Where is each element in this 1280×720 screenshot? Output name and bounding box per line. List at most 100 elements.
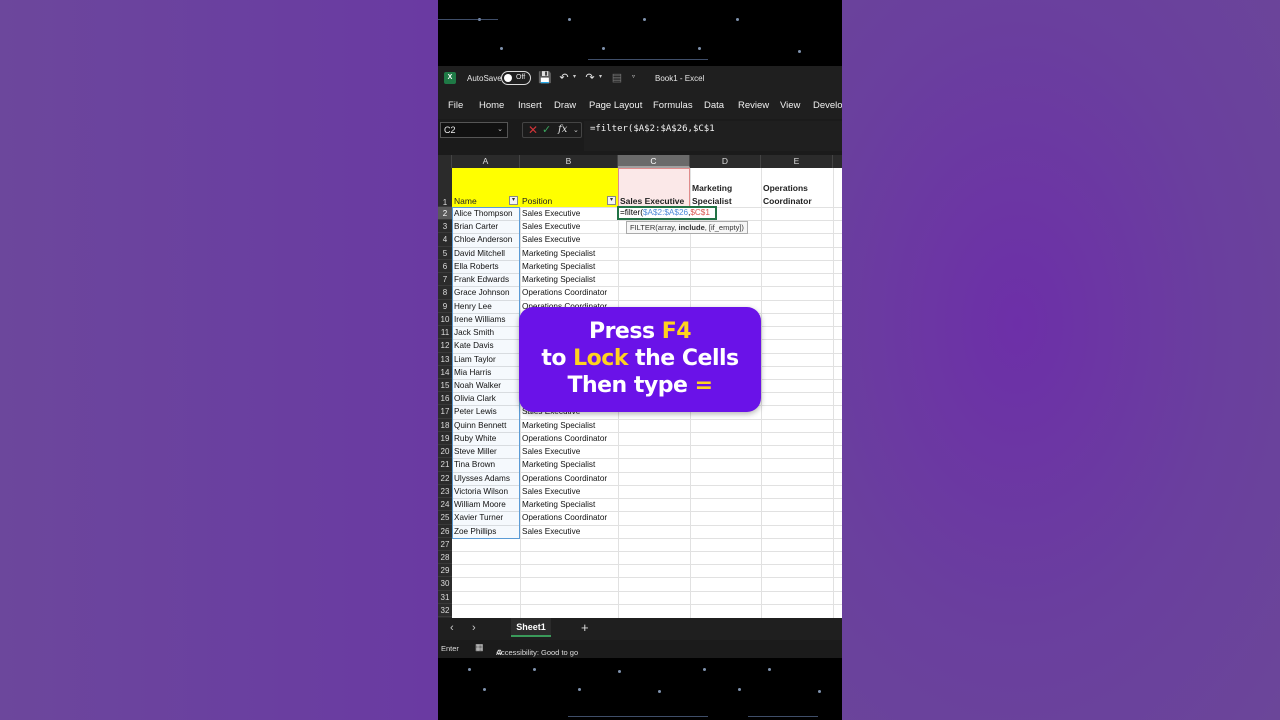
row-header[interactable]: 28 bbox=[438, 551, 452, 565]
tab-data[interactable]: Data bbox=[704, 100, 724, 111]
row-header[interactable]: 29 bbox=[438, 564, 452, 578]
cell-position[interactable]: Marketing Specialist bbox=[520, 458, 618, 471]
cell-name[interactable]: Steve Miller bbox=[452, 445, 520, 458]
cell-position[interactable]: Marketing Specialist bbox=[520, 419, 618, 432]
row-header[interactable]: 23 bbox=[438, 485, 452, 499]
cell-mode-icon[interactable]: ▦ bbox=[475, 642, 484, 653]
cell-position[interactable]: Operations Coordinator bbox=[520, 432, 618, 445]
cell-position[interactable]: Marketing Specialist bbox=[520, 498, 618, 511]
cell-position[interactable]: Operations Coordinator bbox=[520, 511, 618, 524]
cell-name[interactable]: Tina Brown bbox=[452, 458, 520, 471]
sheet-tab-sheet1[interactable]: Sheet1 bbox=[511, 618, 551, 637]
chevron-down-icon[interactable]: ⌄ bbox=[573, 126, 579, 134]
autosave-toggle[interactable]: Off bbox=[501, 71, 531, 85]
cell-name[interactable]: Alice Thompson bbox=[452, 207, 520, 220]
cell-name[interactable]: Frank Edwards bbox=[452, 273, 520, 286]
function-tooltip[interactable]: FILTER(array, include, [if_empty]) bbox=[626, 221, 748, 234]
row-header[interactable]: 32 bbox=[438, 604, 452, 618]
add-sheet-button[interactable]: + bbox=[581, 620, 589, 635]
cell-position[interactable]: Sales Executive bbox=[520, 233, 618, 246]
row-header[interactable]: 22 bbox=[438, 472, 452, 485]
select-all-corner[interactable] bbox=[438, 155, 452, 168]
tab-formulas[interactable]: Formulas bbox=[653, 100, 693, 111]
row-header[interactable]: 15 bbox=[438, 379, 452, 393]
row-header[interactable]: 18 bbox=[438, 419, 452, 432]
chevron-right-icon[interactable]: › bbox=[472, 622, 476, 634]
row-header[interactable]: 16 bbox=[438, 392, 452, 406]
row-header[interactable]: 19 bbox=[438, 432, 452, 446]
filter-dropdown-icon[interactable]: ▾ bbox=[607, 196, 616, 205]
cell-name[interactable]: Henry Lee bbox=[452, 300, 520, 313]
row-header[interactable]: 1 bbox=[438, 168, 452, 207]
save-icon[interactable]: 💾 bbox=[538, 71, 552, 85]
cell-position[interactable]: Sales Executive bbox=[520, 445, 618, 458]
tab-developer[interactable]: Develo bbox=[813, 100, 842, 111]
cell-name[interactable]: Irene Williams bbox=[452, 313, 520, 326]
formula-input[interactable]: =filter($A$2:$A$26,$C$1 bbox=[584, 121, 842, 151]
row-header[interactable]: 3 bbox=[438, 220, 452, 234]
cell-name[interactable]: Liam Taylor bbox=[452, 353, 520, 366]
cell-name[interactable]: Ella Roberts bbox=[452, 260, 520, 273]
cell-name[interactable]: Grace Johnson bbox=[452, 286, 520, 299]
form-icon[interactable]: ▤ bbox=[610, 71, 624, 85]
row-header[interactable]: 26 bbox=[438, 525, 452, 538]
tab-draw[interactable]: Draw bbox=[554, 100, 576, 111]
enter-check-icon[interactable]: ✓ bbox=[542, 123, 551, 136]
tab-view[interactable]: View bbox=[780, 100, 800, 111]
cell-name[interactable]: William Moore bbox=[452, 498, 520, 511]
chevron-down-icon[interactable]: ⌄ bbox=[497, 125, 503, 133]
cell-name[interactable]: Ulysses Adams bbox=[452, 472, 520, 485]
name-box[interactable]: C2 ⌄ bbox=[440, 122, 508, 138]
column-header-a[interactable]: A bbox=[452, 155, 520, 168]
column-header-e[interactable]: E bbox=[761, 155, 833, 168]
cell-position[interactable]: Sales Executive bbox=[520, 207, 618, 220]
cell-name[interactable]: Olivia Clark bbox=[452, 392, 520, 405]
cell-name[interactable]: Kate Davis bbox=[452, 339, 520, 352]
cell-name[interactable]: Brian Carter bbox=[452, 220, 520, 233]
cancel-icon[interactable]: ✕ bbox=[528, 123, 538, 137]
cell-name[interactable]: David Mitchell bbox=[452, 247, 520, 260]
row-header[interactable]: 30 bbox=[438, 577, 452, 591]
cell-name[interactable]: Mia Harris bbox=[452, 366, 520, 379]
cell-position[interactable]: Operations Coordinator bbox=[520, 286, 618, 299]
tab-home[interactable]: Home bbox=[479, 100, 504, 111]
row-header[interactable]: 4 bbox=[438, 233, 452, 247]
tab-review[interactable]: Review bbox=[738, 100, 769, 111]
row-header[interactable]: 25 bbox=[438, 511, 452, 525]
cell-position[interactable]: Marketing Specialist bbox=[520, 273, 618, 286]
cell-name[interactable]: Noah Walker bbox=[452, 379, 520, 392]
row-header[interactable]: 27 bbox=[438, 538, 452, 551]
insert-function-icon[interactable]: fx bbox=[558, 124, 567, 135]
column-header-b[interactable]: B bbox=[520, 155, 618, 168]
row-header[interactable]: 8 bbox=[438, 286, 452, 300]
column-header-c[interactable]: C bbox=[618, 155, 690, 168]
active-cell-c2[interactable]: =filter($A$2:$A$26,$C$1 bbox=[617, 206, 717, 220]
row-header[interactable]: 6 bbox=[438, 260, 452, 274]
filter-dropdown-icon[interactable]: ▾ bbox=[509, 196, 518, 205]
tab-page-layout[interactable]: Page Layout bbox=[589, 100, 642, 111]
row-header[interactable]: 20 bbox=[438, 445, 452, 459]
cell-position[interactable]: Marketing Specialist bbox=[520, 260, 618, 273]
row-header[interactable]: 5 bbox=[438, 247, 452, 260]
redo-icon[interactable]: ↷ bbox=[583, 71, 597, 85]
row-header[interactable]: 31 bbox=[438, 591, 452, 604]
row-header[interactable]: 13 bbox=[438, 353, 452, 366]
cell-name[interactable]: Jack Smith bbox=[452, 326, 520, 339]
cell-position[interactable]: Operations Coordinator bbox=[520, 472, 618, 485]
row-header[interactable]: 12 bbox=[438, 339, 452, 353]
cell-name[interactable]: Peter Lewis bbox=[452, 405, 520, 418]
cell-name[interactable]: Xavier Turner bbox=[452, 511, 520, 524]
row-header[interactable]: 14 bbox=[438, 366, 452, 379]
redo-dropdown-icon[interactable]: ▾ bbox=[599, 73, 602, 80]
column-header-d[interactable]: D bbox=[690, 155, 761, 168]
cell-name[interactable]: Victoria Wilson bbox=[452, 485, 520, 498]
cell-position[interactable]: Sales Executive bbox=[520, 525, 618, 538]
cell-position[interactable]: Sales Executive bbox=[520, 485, 618, 498]
cell-name[interactable]: Quinn Bennett bbox=[452, 419, 520, 432]
tab-file[interactable]: File bbox=[448, 100, 463, 111]
tab-insert[interactable]: Insert bbox=[518, 100, 542, 111]
row-header[interactable]: 2 bbox=[438, 207, 452, 221]
row-header[interactable]: 9 bbox=[438, 300, 452, 313]
row-header[interactable]: 10 bbox=[438, 313, 452, 327]
row-header[interactable]: 7 bbox=[438, 273, 452, 287]
